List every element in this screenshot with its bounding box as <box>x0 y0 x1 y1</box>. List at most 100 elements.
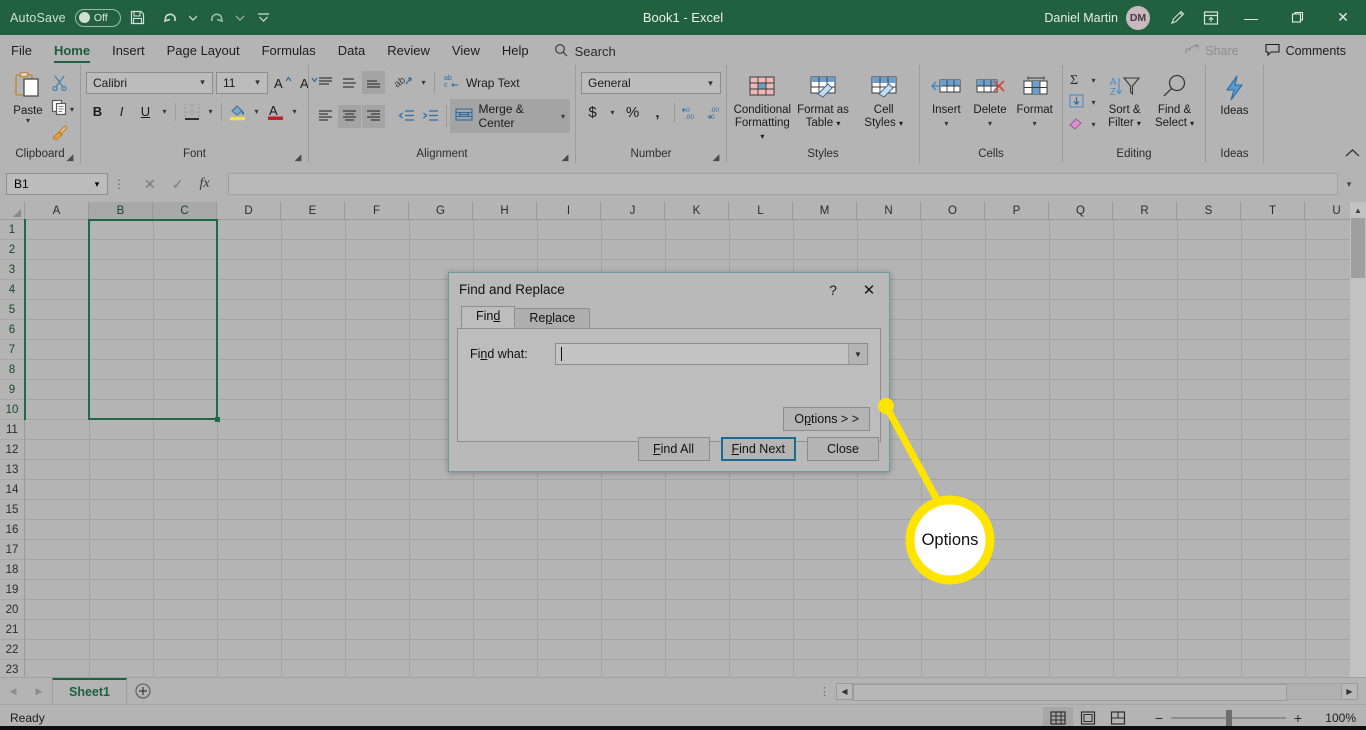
number-format-combo[interactable]: General ▾ <box>581 72 721 94</box>
cut-button[interactable] <box>51 73 74 95</box>
dialog-close-button[interactable]: ✕ <box>849 281 889 299</box>
ribbon-display-options-icon[interactable] <box>1194 0 1228 35</box>
borders-button[interactable] <box>180 100 203 123</box>
formula-bar-grip[interactable]: ⋮ <box>108 177 130 191</box>
column-header-A[interactable]: A <box>25 202 89 220</box>
column-header-S[interactable]: S <box>1177 202 1241 220</box>
ideas-button[interactable]: Ideas <box>1211 69 1258 118</box>
decrease-decimal-button[interactable]: .00 0 <box>705 101 728 124</box>
select-all-button[interactable] <box>0 202 25 220</box>
column-header-N[interactable]: N <box>857 202 921 220</box>
cancel-icon[interactable]: ✕ <box>144 176 156 193</box>
align-bottom-button[interactable] <box>362 71 385 94</box>
avatar[interactable]: DM <box>1126 5 1150 30</box>
zoom-slider[interactable] <box>1171 709 1286 726</box>
italic-button[interactable]: I <box>110 100 133 123</box>
row-header-9[interactable]: 9 <box>0 380 25 400</box>
row-header-20[interactable]: 20 <box>0 600 25 620</box>
chevron-down-icon[interactable]: ▼ <box>848 344 867 364</box>
align-middle-button[interactable] <box>338 71 361 94</box>
fill-button[interactable]: ▾ <box>1068 92 1100 113</box>
tab-replace[interactable]: Replace <box>514 308 591 328</box>
fill-chevron-down-icon[interactable]: ▾ <box>1087 91 1100 114</box>
confirm-icon[interactable]: ✓ <box>172 176 184 193</box>
row-header-4[interactable]: 4 <box>0 280 25 300</box>
format-painter-button[interactable] <box>51 123 74 145</box>
sheet-tab-sheet1[interactable]: Sheet1 <box>52 678 127 704</box>
next-sheet-icon[interactable]: ▶ <box>26 678 52 704</box>
bold-button[interactable]: B <box>86 100 109 123</box>
previous-sheet-icon[interactable]: ◀ <box>0 678 26 704</box>
decrease-indent-button[interactable] <box>395 105 418 128</box>
row-header-1[interactable]: 1 <box>0 220 25 240</box>
selection-range-B1:C10[interactable] <box>88 219 218 420</box>
search-box[interactable]: Search <box>554 37 616 65</box>
row-header-8[interactable]: 8 <box>0 360 25 380</box>
pen-icon[interactable] <box>1160 0 1194 35</box>
font-color-button[interactable]: A <box>264 100 287 123</box>
insert-cells-button[interactable]: Insert ▾ <box>925 68 968 130</box>
merge-and-center-button[interactable]: Merge & Center ▾ <box>450 99 570 133</box>
zoom-level-label[interactable]: 100% <box>1310 711 1356 725</box>
insert-function-icon[interactable]: fx <box>199 176 209 192</box>
selection-fill-handle[interactable] <box>215 417 220 422</box>
column-header-O[interactable]: O <box>921 202 985 220</box>
formula-input[interactable] <box>227 173 1338 195</box>
column-header-M[interactable]: M <box>793 202 857 220</box>
column-header-C[interactable]: C <box>153 202 217 220</box>
tab-data[interactable]: Data <box>327 37 376 65</box>
horizontal-scroll-track[interactable] <box>853 682 1341 701</box>
alignment-dialog-launcher[interactable]: ◢ <box>560 152 570 162</box>
number-dialog-launcher[interactable]: ◢ <box>711 152 721 162</box>
clear-button[interactable]: ▾ <box>1068 114 1100 135</box>
delete-cells-button[interactable]: Delete ▾ <box>968 68 1013 130</box>
close-button[interactable]: ✕ <box>1320 0 1366 35</box>
vertical-scroll-thumb[interactable] <box>1351 218 1365 278</box>
horizontal-scroll-thumb[interactable] <box>853 683 1287 701</box>
font-color-chevron-down-icon[interactable]: ▾ <box>288 100 301 123</box>
row-header-16[interactable]: 16 <box>0 520 25 540</box>
clear-chevron-down-icon[interactable]: ▾ <box>1087 113 1100 136</box>
autosum-chevron-down-icon[interactable]: ▾ <box>1087 69 1100 92</box>
find-what-input[interactable]: ▼ <box>555 343 868 365</box>
share-button[interactable]: Share <box>1175 38 1248 64</box>
row-header-19[interactable]: 19 <box>0 580 25 600</box>
zoom-slider-thumb[interactable] <box>1226 709 1232 726</box>
accounting-chevron-down-icon[interactable]: ▾ <box>606 101 619 124</box>
row-header-18[interactable]: 18 <box>0 560 25 580</box>
autosave-toggle[interactable]: Off <box>74 8 121 27</box>
save-icon[interactable] <box>123 4 153 32</box>
row-header-17[interactable]: 17 <box>0 540 25 560</box>
underline-chevron-down-icon[interactable]: ▾ <box>158 100 171 123</box>
align-center-button[interactable] <box>338 104 361 128</box>
column-header-E[interactable]: E <box>281 202 345 220</box>
find-all-button[interactable]: Find All <box>637 437 710 461</box>
customize-quick-access-icon[interactable] <box>249 4 279 32</box>
tab-view[interactable]: View <box>441 37 491 65</box>
row-header-15[interactable]: 15 <box>0 500 25 520</box>
font-dialog-launcher[interactable]: ◢ <box>293 152 303 162</box>
sort-and-filter-button[interactable]: AZ Sort & Filter ▾ <box>1100 68 1149 130</box>
tab-file[interactable]: File <box>0 37 43 65</box>
add-sheet-icon[interactable] <box>127 678 159 704</box>
clipboard-dialog-launcher[interactable]: ◢ <box>65 152 75 162</box>
column-header-T[interactable]: T <box>1241 202 1305 220</box>
row-header-3[interactable]: 3 <box>0 260 25 280</box>
paste-button[interactable]: Paste ▾ <box>5 69 51 125</box>
tab-page-layout[interactable]: Page Layout <box>156 37 251 65</box>
underline-button[interactable]: U <box>134 100 157 123</box>
column-header-L[interactable]: L <box>729 202 793 220</box>
column-header-B[interactable]: B <box>89 202 153 220</box>
dialog-title-bar[interactable]: Find and Replace ? ✕ <box>449 273 889 306</box>
tab-help[interactable]: Help <box>491 37 540 65</box>
tab-home[interactable]: Home <box>43 37 101 65</box>
column-header-D[interactable]: D <box>217 202 281 220</box>
undo-dropdown-icon[interactable] <box>187 4 200 32</box>
row-header-12[interactable]: 12 <box>0 440 25 460</box>
comma-style-button[interactable]: ‚ <box>646 101 669 124</box>
redo-icon[interactable] <box>202 4 232 32</box>
format-cells-button[interactable]: Format ▾ <box>1012 68 1057 130</box>
row-header-10[interactable]: 10 <box>0 400 25 420</box>
accounting-format-button[interactable]: $ <box>581 101 604 124</box>
comments-button[interactable]: Comments <box>1255 38 1356 64</box>
